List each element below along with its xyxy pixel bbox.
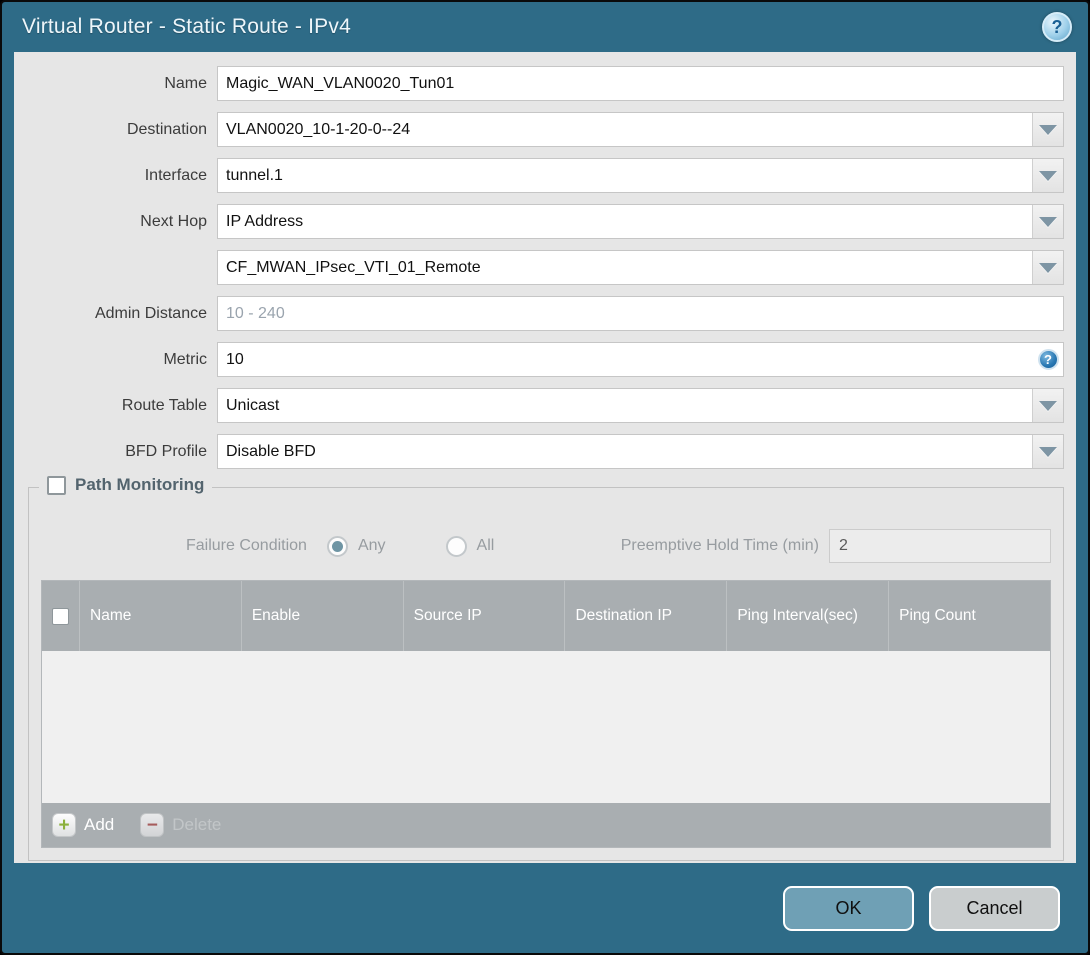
preemptive-hold-time-input[interactable]: [829, 529, 1051, 563]
dialog-content: Name Destination Interface: [14, 52, 1076, 863]
failure-condition-row: Failure Condition Any All Preemptive Hol…: [41, 528, 1051, 564]
column-header-name[interactable]: Name: [79, 581, 241, 651]
radio-dot: [451, 541, 462, 552]
failure-condition-any-radio[interactable]: [326, 535, 348, 557]
metric-input[interactable]: [218, 343, 1033, 376]
name-input[interactable]: [218, 67, 1063, 100]
delete-button-label: Delete: [172, 815, 222, 834]
interface-label: Interface: [144, 166, 207, 184]
path-monitoring-group: Path Monitoring Failure Condition Any Al…: [28, 475, 1064, 861]
path-monitoring-title: Path Monitoring: [75, 475, 205, 494]
admin-distance-field-wrap: [217, 296, 1064, 331]
interface-row: Interface: [14, 158, 1064, 193]
name-row: Name: [14, 66, 1064, 101]
cancel-button[interactable]: Cancel: [929, 885, 1060, 931]
chevron-down-icon: [1039, 446, 1057, 457]
chevron-down-icon: [1039, 216, 1057, 227]
next-hop-address-field-wrap: [217, 250, 1064, 285]
bfd-profile-row: BFD Profile: [14, 434, 1064, 469]
interface-input[interactable]: [218, 159, 1032, 192]
table-header-row: Name Enable Source IP Destination IP Pin…: [42, 581, 1050, 651]
metric-label: Metric: [163, 350, 207, 368]
bfd-profile-input[interactable]: [218, 435, 1032, 468]
name-field-wrap: [217, 66, 1064, 101]
table-footer-toolbar: + Add − Delete: [42, 803, 1050, 847]
admin-distance-row: Admin Distance: [14, 296, 1064, 331]
route-table-field-wrap: [217, 388, 1064, 423]
interface-dropdown-button[interactable]: [1032, 159, 1063, 192]
column-header-source-ip[interactable]: Source IP: [402, 581, 565, 651]
next-hop-dropdown-button[interactable]: [1032, 205, 1063, 238]
column-header-ping-count[interactable]: Ping Count: [888, 581, 1050, 651]
route-table-dropdown-button[interactable]: [1032, 389, 1063, 422]
dialog-titlebar: Virtual Router - Static Route - IPv4 ?: [2, 2, 1088, 52]
next-hop-label: Next Hop: [140, 212, 207, 230]
delete-button[interactable]: − Delete: [140, 813, 221, 837]
route-table-input[interactable]: [218, 389, 1032, 422]
dialog-title: Virtual Router - Static Route - IPv4: [22, 15, 351, 38]
metric-field-wrap: ?: [217, 342, 1064, 377]
table-body-empty[interactable]: [42, 651, 1050, 803]
admin-distance-label: Admin Distance: [94, 304, 207, 322]
failure-condition-label: Failure Condition: [186, 537, 307, 554]
select-all-cell: [42, 581, 79, 651]
destination-input[interactable]: [218, 113, 1032, 146]
destination-dropdown-button[interactable]: [1032, 113, 1063, 146]
metric-help-wrap: ?: [1033, 343, 1063, 376]
select-all-checkbox[interactable]: [52, 607, 69, 625]
add-button[interactable]: + Add: [52, 813, 114, 837]
admin-distance-input[interactable]: [218, 297, 1063, 330]
destination-row: Destination: [14, 112, 1064, 147]
interface-field-wrap: [217, 158, 1064, 193]
next-hop-address-row: [14, 250, 1064, 285]
static-route-dialog: Virtual Router - Static Route - IPv4 ? N…: [0, 0, 1090, 955]
next-hop-address-input[interactable]: [218, 251, 1032, 284]
delete-icon: −: [140, 813, 165, 837]
dialog-footer: OK Cancel: [2, 863, 1088, 953]
bfd-profile-label: BFD Profile: [125, 442, 207, 460]
next-hop-address-dropdown-button[interactable]: [1032, 251, 1063, 284]
help-icon[interactable]: ?: [1042, 12, 1072, 42]
bfd-profile-field-wrap: [217, 434, 1064, 469]
destination-field-wrap: [217, 112, 1064, 147]
chevron-down-icon: [1039, 400, 1057, 411]
path-monitoring-legend: Path Monitoring: [39, 475, 213, 495]
column-header-ping-interval[interactable]: Ping Interval(sec): [726, 581, 888, 651]
chevron-down-icon: [1039, 262, 1057, 273]
metric-help-icon[interactable]: ?: [1037, 349, 1059, 370]
radio-dot: [331, 540, 343, 552]
metric-row: Metric ?: [14, 342, 1064, 377]
failure-condition-any-label: Any: [357, 537, 386, 554]
bfd-profile-dropdown-button[interactable]: [1032, 435, 1063, 468]
next-hop-row: Next Hop: [14, 204, 1064, 239]
destination-label: Destination: [126, 120, 207, 138]
add-button-label: Add: [84, 815, 115, 834]
failure-condition-all-radio[interactable]: [445, 535, 467, 557]
route-table-label: Route Table: [121, 396, 207, 414]
preemptive-hold-time-label: Preemptive Hold Time (min): [620, 537, 819, 554]
path-monitoring-checkbox[interactable]: [47, 475, 66, 495]
failure-condition-all-label: All: [476, 537, 495, 554]
chevron-down-icon: [1039, 170, 1057, 181]
chevron-down-icon: [1039, 124, 1057, 135]
column-header-destination-ip[interactable]: Destination IP: [564, 581, 726, 651]
add-icon: +: [52, 813, 76, 837]
path-monitoring-table: Name Enable Source IP Destination IP Pin…: [41, 580, 1051, 848]
ok-button[interactable]: OK: [783, 885, 914, 931]
name-label: Name: [164, 74, 207, 92]
route-table-row: Route Table: [14, 388, 1064, 423]
column-header-enable[interactable]: Enable: [240, 581, 403, 651]
next-hop-type-input[interactable]: [218, 205, 1032, 238]
next-hop-field-wrap: [217, 204, 1064, 239]
